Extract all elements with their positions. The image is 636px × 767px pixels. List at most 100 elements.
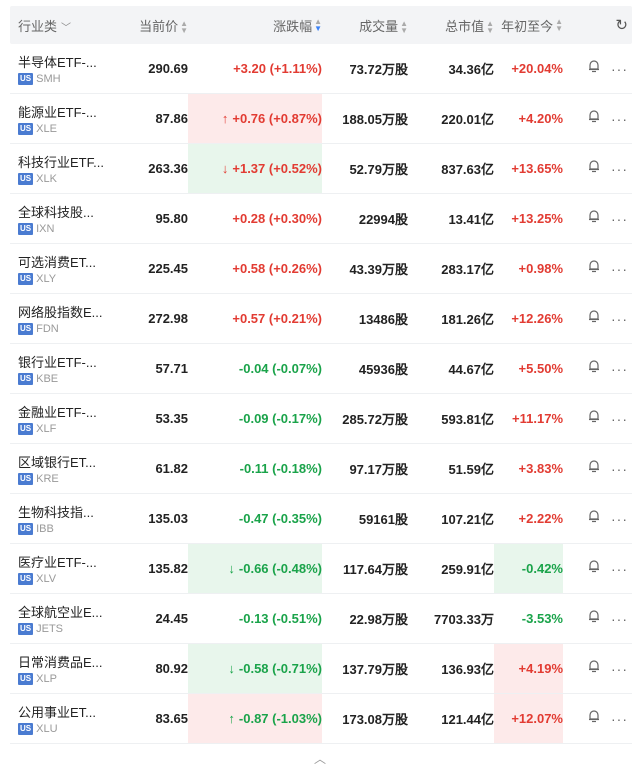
etf-name-cell[interactable]: 医疗业ETF-... US XLV (10, 552, 128, 585)
table-row[interactable]: 公用事业ET... US XLU 83.65 ↑ -0.87 (-1.03%) 173.08… (10, 694, 632, 744)
table-row[interactable]: 可选消费ET... US XLY 225.45 +0.58 (+0.26%) 43.39万… (10, 244, 632, 294)
more-icon[interactable]: ··· (611, 461, 628, 477)
chevron-up-icon[interactable]: ︿ (314, 750, 326, 767)
etf-name-cell[interactable]: 全球航空业E... US JETS (10, 602, 128, 635)
sort-icon: ▲ ▼ (486, 19, 494, 36)
more-icon[interactable]: ··· (611, 661, 628, 677)
col-header-name[interactable]: 行业类 ﹀ (10, 16, 128, 35)
volume-cell: 52.79万股 (349, 162, 408, 177)
more-icon[interactable]: ··· (611, 61, 628, 77)
chevron-down-icon: ﹀ (61, 22, 72, 34)
etf-name-cell[interactable]: 能源业ETF-... US XLE (10, 102, 128, 135)
change-cell: +3.20 (+1.11%) (233, 61, 322, 76)
etf-name-cell[interactable]: 生物科技指... US IBB (10, 502, 128, 535)
alert-bell-icon[interactable] (587, 59, 601, 78)
table-row[interactable]: 全球航空业E... US JETS 24.45 -0.13 (-0.51%) 22.98万… (10, 594, 632, 644)
price-cell: 263.36 (148, 161, 188, 176)
more-icon[interactable]: ··· (611, 161, 628, 177)
table-row[interactable]: 全球科技股... US IXN 95.80 +0.28 (+0.30%) 22994股 13… (10, 194, 632, 244)
etf-name-cell[interactable]: 公用事业ET... US XLU (10, 702, 128, 735)
table-row[interactable]: 科技行业ETF... US XLK 263.36 ↓ +1.37 (+0.52%) 52.7… (10, 144, 632, 194)
us-market-badge: US (18, 673, 34, 685)
refresh-button[interactable]: ↻ (563, 16, 632, 34)
alert-bell-icon[interactable] (587, 709, 601, 728)
table-row[interactable]: 银行业ETF-... US KBE 57.71 -0.04 (-0.07%) 45936股… (10, 344, 632, 394)
us-market-badge: US (18, 123, 34, 135)
change-cell: -0.47 (-0.35%) (238, 511, 322, 526)
alert-bell-icon[interactable] (587, 659, 601, 678)
etf-name-cell[interactable]: 科技行业ETF... US XLK (10, 152, 128, 185)
more-icon[interactable]: ··· (611, 111, 628, 127)
alert-bell-icon[interactable] (587, 259, 601, 278)
etf-name-cell[interactable]: 网络股指数E... US FDN (10, 302, 128, 335)
row-actions: ··· (563, 559, 632, 578)
alert-bell-icon[interactable] (587, 409, 601, 428)
us-market-badge: US (18, 323, 34, 335)
change-cell: ↓ -0.58 (-0.71%) (188, 644, 322, 693)
etf-name-cell[interactable]: 金融业ETF-... US XLF (10, 402, 128, 435)
col-header-change[interactable]: 涨跌幅 ▲ ▼ (188, 16, 322, 35)
etf-name: 医疗业ETF-... (18, 555, 97, 570)
market-cap-cell: 259.91亿 (441, 562, 494, 577)
col-header-market-cap[interactable]: 总市值 ▲ ▼ (408, 16, 494, 35)
us-market-badge: US (18, 173, 34, 185)
market-cap-cell: 136.93亿 (441, 662, 494, 677)
etf-ticker: SMH (36, 73, 61, 85)
volume-cell: 13486股 (358, 312, 408, 327)
row-actions: ··· (563, 459, 632, 478)
etf-name-cell[interactable]: 日常消费品E... US XLP (10, 652, 128, 685)
table-row[interactable]: 金融业ETF-... US XLF 53.35 -0.09 (-0.17%) 285.72… (10, 394, 632, 444)
more-icon[interactable]: ··· (611, 511, 628, 527)
more-icon[interactable]: ··· (611, 611, 628, 627)
price-cell: 24.45 (155, 611, 188, 626)
more-icon[interactable]: ··· (611, 561, 628, 577)
us-market-badge: US (18, 623, 34, 635)
alert-bell-icon[interactable] (587, 609, 601, 628)
etf-name-cell[interactable]: 银行业ETF-... US KBE (10, 352, 128, 385)
table-row[interactable]: 半导体ETF-... US SMH 290.69 +3.20 (+1.11%) 73.72… (10, 44, 632, 94)
etf-name-cell[interactable]: 半导体ETF-... US SMH (10, 52, 128, 85)
col-header-volume[interactable]: 成交量 ▲ ▼ (322, 16, 408, 35)
alert-bell-icon[interactable] (587, 109, 601, 128)
table-row[interactable]: 区域银行ET... US KRE 61.82 -0.11 (-0.18%) 97.17万股… (10, 444, 632, 494)
market-cap-cell: 44.67亿 (448, 362, 494, 377)
price-cell: 290.69 (148, 61, 188, 76)
alert-bell-icon[interactable] (587, 309, 601, 328)
us-market-badge: US (18, 523, 34, 535)
alert-bell-icon[interactable] (587, 459, 601, 478)
change-cell: +0.57 (+0.21%) (232, 311, 322, 326)
etf-name-cell[interactable]: 可选消费ET... US XLY (10, 252, 128, 285)
volume-cell: 137.79万股 (342, 662, 408, 677)
more-icon[interactable]: ··· (611, 411, 628, 427)
more-icon[interactable]: ··· (611, 211, 628, 227)
alert-bell-icon[interactable] (587, 559, 601, 578)
more-icon[interactable]: ··· (611, 311, 628, 327)
row-actions: ··· (563, 509, 632, 528)
alert-bell-icon[interactable] (587, 509, 601, 528)
change-cell: -0.13 (-0.51%) (238, 611, 322, 626)
alert-bell-icon[interactable] (587, 159, 601, 178)
more-icon[interactable]: ··· (611, 711, 628, 727)
alert-bell-icon[interactable] (587, 359, 601, 378)
etf-ticker: XLE (36, 123, 57, 135)
row-actions: ··· (563, 259, 632, 278)
ytd-cell: +0.98% (518, 261, 563, 276)
ytd-cell: +5.50% (518, 361, 563, 376)
col-header-ytd[interactable]: 年初至今 ▲ ▼ (494, 16, 563, 35)
etf-name-cell[interactable]: 区域银行ET... US KRE (10, 452, 128, 485)
etf-name-cell[interactable]: 全球科技股... US IXN (10, 202, 128, 235)
alert-bell-icon[interactable] (587, 209, 601, 228)
table-row[interactable]: 网络股指数E... US FDN 272.98 +0.57 (+0.21%) 13486股… (10, 294, 632, 344)
table-row[interactable]: 医疗业ETF-... US XLV 135.82 ↓ -0.66 (-0.48%) 117.… (10, 544, 632, 594)
us-market-badge: US (18, 73, 34, 85)
table-row[interactable]: 生物科技指... US IBB 135.03 -0.47 (-0.35%) 59161股 1… (10, 494, 632, 544)
col-header-price[interactable]: 当前价 ▲ ▼ (128, 16, 188, 35)
table-row[interactable]: 日常消费品E... US XLP 80.92 ↓ -0.58 (-0.71%) 137.79… (10, 644, 632, 694)
more-icon[interactable]: ··· (611, 361, 628, 377)
more-icon[interactable]: ··· (611, 261, 628, 277)
price-cell: 135.82 (148, 561, 188, 576)
volume-cell: 188.05万股 (342, 112, 408, 127)
table-row[interactable]: 能源业ETF-... US XLE 87.86 ↑ +0.76 (+0.87%) 188.0… (10, 94, 632, 144)
etf-ticker: XLY (36, 273, 57, 285)
etf-ticker: XLF (36, 423, 57, 435)
